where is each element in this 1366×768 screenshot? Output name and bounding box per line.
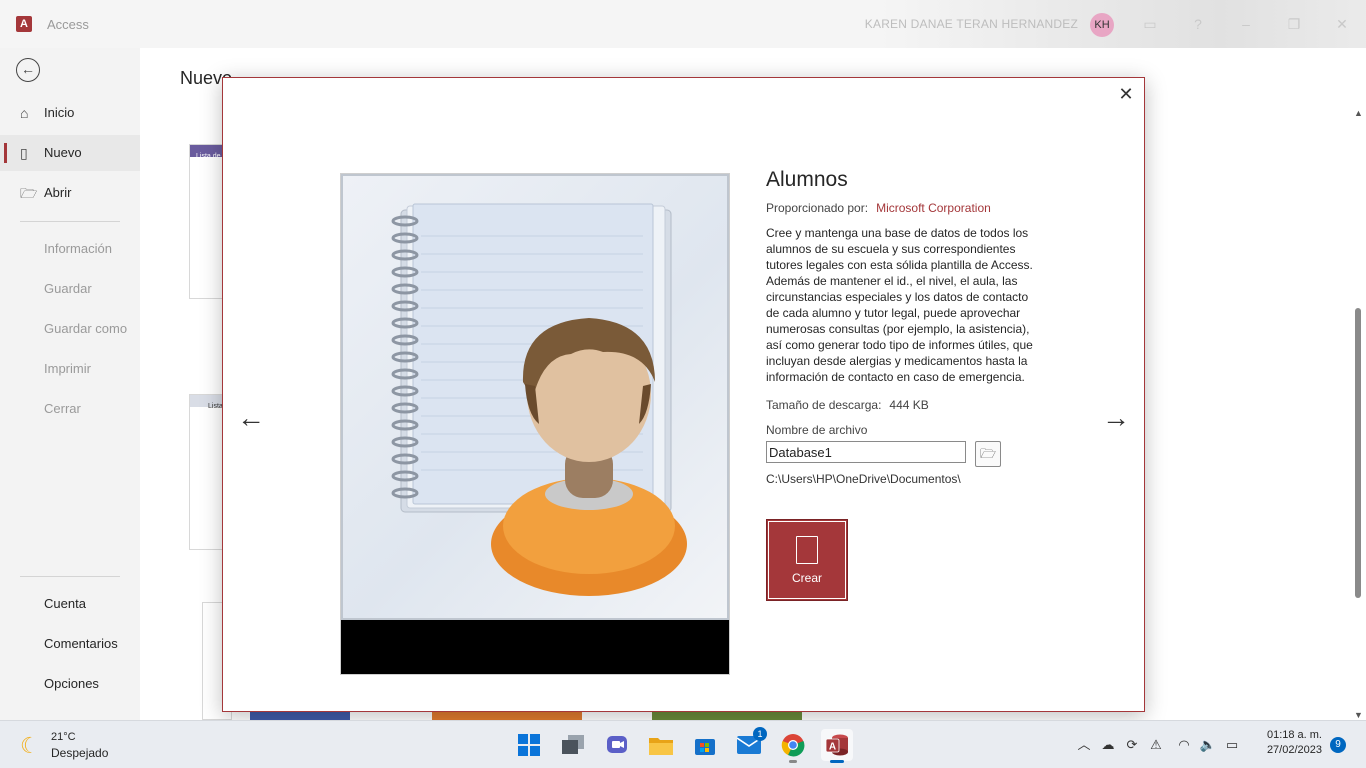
security-alert-icon[interactable]: ⚠ — [1146, 735, 1166, 755]
template-info: Alumnos Proporcionado por: Microsoft Corp… — [766, 168, 1056, 601]
nav-item-guardar[interactable]: Guardar — [0, 271, 140, 307]
download-size-value: 444 KB — [889, 398, 929, 412]
battery-icon[interactable]: ▭ — [1222, 735, 1242, 755]
nav-item-abrir[interactable]: 🗁 Abrir — [0, 175, 140, 211]
folder-icon: 🗁 — [979, 446, 997, 461]
template-thumbnail-peek — [432, 712, 582, 720]
svg-text:A: A — [829, 742, 836, 753]
filename-row: 🗁 — [766, 441, 1056, 467]
file-explorer-icon[interactable] — [645, 729, 677, 761]
scroll-down-arrow-icon[interactable]: ▼ — [1354, 710, 1363, 720]
new-document-icon: ▯ — [20, 145, 28, 161]
template-title: Alumnos — [766, 168, 848, 191]
student-contact-illustration — [391, 203, 687, 596]
provider-name: Microsoft Corporation — [876, 201, 991, 215]
chrome-icon[interactable] — [777, 729, 809, 763]
home-icon: ⌂ — [20, 105, 29, 121]
avatar[interactable]: KH — [1090, 13, 1114, 37]
clock-time: 01:18 a. m. — [1266, 729, 1322, 741]
template-thumbnail-peek — [250, 712, 350, 720]
nav-item-imprimir[interactable]: Imprimir — [0, 351, 140, 387]
new-document-icon — [796, 536, 818, 564]
folder-open-icon: 🗁 — [20, 185, 38, 201]
nav-item-informacion[interactable]: Información — [0, 231, 140, 267]
nav-item-opciones[interactable]: Opciones — [0, 666, 140, 702]
nav-item-nuevo[interactable]: ▯ Nuevo — [0, 135, 140, 171]
wifi-icon[interactable]: ◠ — [1174, 735, 1194, 755]
nav-item-inicio[interactable]: ⌂ Inicio — [0, 95, 140, 131]
template-preview-dialog: ✕ ← → Alumnos Proporcionado por: Microso… — [222, 77, 1145, 712]
create-button[interactable]: Crear — [766, 519, 848, 601]
chevron-up-icon[interactable]: ︿ — [1074, 735, 1094, 755]
help-icon[interactable]: ? — [1188, 14, 1208, 34]
running-indicator — [789, 760, 797, 763]
minimize-icon[interactable]: – — [1236, 14, 1256, 34]
back-arrow-icon[interactable]: ← — [16, 58, 40, 82]
previous-template-arrow-icon[interactable]: ← — [235, 404, 267, 434]
sync-icon[interactable]: ⟳ — [1122, 735, 1142, 755]
restore-icon[interactable]: ❐ — [1284, 14, 1304, 34]
microsoft-store-icon[interactable] — [689, 729, 721, 761]
clock-date: 27/02/2023 — [1266, 744, 1322, 756]
system-clock[interactable]: 01:18 a. m. 27/02/2023 — [1252, 729, 1322, 756]
taskbar: ☾ 21°C Despejado 1 A ︿ ☁ ⟳ ⚠ ◠ 🔈 ▭ 01:18… — [0, 720, 1366, 768]
download-size-label: Tamaño de descarga: — [766, 398, 882, 412]
user-name[interactable]: KAREN DANAE TERAN HERNANDEZ — [865, 17, 1078, 31]
scroll-up-arrow-icon[interactable]: ▲ — [1354, 108, 1363, 118]
filename-input[interactable] — [766, 441, 966, 463]
close-dialog-button[interactable]: ✕ — [1116, 84, 1136, 104]
provider-label: Proporcionado por: — [766, 201, 869, 215]
weather-condition: Despejado — [51, 746, 109, 760]
task-view-icon[interactable] — [557, 729, 589, 761]
notification-count-badge[interactable]: 9 — [1330, 737, 1346, 753]
onedrive-error-icon[interactable]: ☁ — [1098, 735, 1118, 755]
nav-item-comentarios[interactable]: Comentarios — [0, 626, 140, 662]
save-path: C:\Users\HP\OneDrive\Documentos\ — [766, 472, 961, 486]
download-size: Tamaño de descarga: 444 KB — [766, 398, 1056, 412]
windows-start-icon[interactable] — [513, 729, 545, 761]
title-bar: A Access KAREN DANAE TERAN HERNANDEZ KH … — [0, 0, 1366, 48]
template-description: Cree y mantenga una base de datos de tod… — [766, 226, 1033, 384]
filename-label: Nombre de archivo — [766, 423, 868, 437]
backstage-nav: ← ⌂ Inicio ▯ Nuevo 🗁 Abrir Información G… — [0, 48, 140, 720]
nav-item-cerrar[interactable]: Cerrar — [0, 391, 140, 427]
create-button-label: Crear — [791, 571, 822, 585]
teams-chat-icon[interactable] — [601, 729, 633, 761]
browse-folder-button[interactable]: 🗁 — [975, 441, 1001, 467]
nav-item-label: Abrir — [44, 185, 72, 200]
template-provider: Proporcionado por: Microsoft Corporation — [766, 201, 1056, 215]
close-window-icon[interactable]: ✕ — [1332, 14, 1352, 34]
nav-item-guardar-como[interactable]: Guardar como — [0, 311, 140, 347]
nav-divider — [20, 221, 120, 222]
template-preview-image — [340, 173, 730, 675]
feedback-icon[interactable]: ▭ — [1140, 14, 1160, 34]
next-template-arrow-icon[interactable]: → — [1100, 404, 1132, 434]
weather-temperature: 21°C — [51, 731, 76, 743]
nav-item-label: Nuevo — [44, 145, 82, 160]
scroll-thumb[interactable] — [1355, 308, 1361, 598]
template-thumbnail-peek — [652, 712, 802, 720]
scrollbar[interactable]: ▲ ▼ — [1354, 108, 1363, 720]
volume-icon[interactable]: 🔈 — [1198, 735, 1218, 755]
access-app-icon: A — [16, 16, 32, 32]
mail-badge: 1 — [753, 727, 767, 741]
moon-icon: ☾ — [20, 733, 40, 758]
nav-divider — [20, 576, 120, 577]
app-name: Access — [47, 17, 89, 32]
template-preview-canvas — [341, 174, 729, 620]
mail-icon[interactable]: 1 — [733, 727, 767, 761]
nav-item-label: Inicio — [44, 105, 75, 120]
access-icon[interactable]: A — [821, 729, 853, 763]
nav-item-cuenta[interactable]: Cuenta — [0, 586, 140, 622]
active-app-indicator — [830, 760, 844, 763]
